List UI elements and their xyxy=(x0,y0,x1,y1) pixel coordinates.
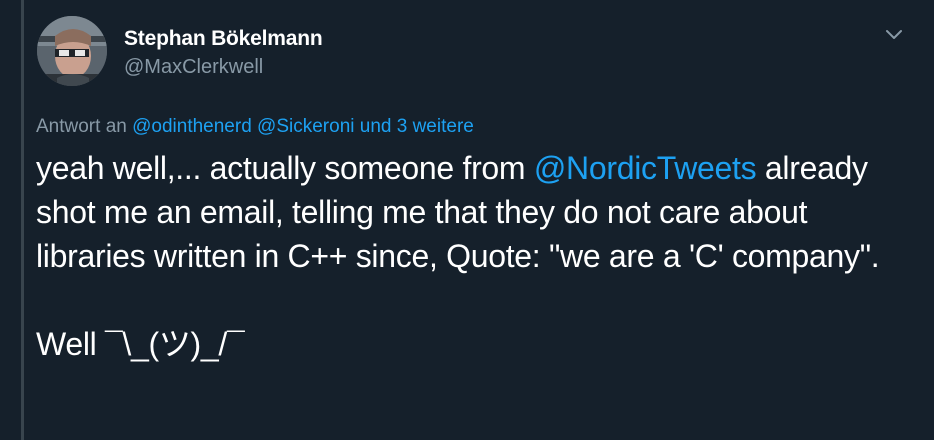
reply-prefix: Antwort an xyxy=(36,116,127,137)
reply-more-link[interactable]: und 3 weitere xyxy=(360,116,474,137)
chevron-down-icon xyxy=(886,30,902,39)
tweet-paragraph: Well ¯\_(ツ)_/¯ xyxy=(36,322,916,366)
author-display-name[interactable]: Stephan Bökelmann xyxy=(124,27,323,51)
reply-mention-odinthenerd[interactable]: @odinthenerd xyxy=(132,116,252,137)
tweet-mention-nordictweets[interactable]: @NordicTweets xyxy=(534,150,757,186)
avatar[interactable] xyxy=(37,16,107,86)
tweet-text-shrug: Well ¯\_(ツ)_/¯ xyxy=(36,326,245,362)
tweet-text: yeah well,... actually someone from @Nor… xyxy=(36,146,916,366)
tweet-menu-button[interactable] xyxy=(880,24,908,46)
thread-connector-line xyxy=(21,0,24,440)
tweet-paragraph: yeah well,... actually someone from @Nor… xyxy=(36,146,916,278)
tweet[interactable]: Stephan Bökelmann @MaxClerkwell Antwort … xyxy=(34,0,924,440)
reply-mention-sickeroni[interactable]: @Sickeroni xyxy=(257,116,354,137)
user-avatar-icon xyxy=(37,16,107,86)
author-handle[interactable]: @MaxClerkwell xyxy=(124,56,263,79)
tweet-text-segment: yeah well,... actually someone from xyxy=(36,150,534,186)
reply-context: Antwort an @odinthenerd @Sickeroni und 3… xyxy=(36,116,474,138)
